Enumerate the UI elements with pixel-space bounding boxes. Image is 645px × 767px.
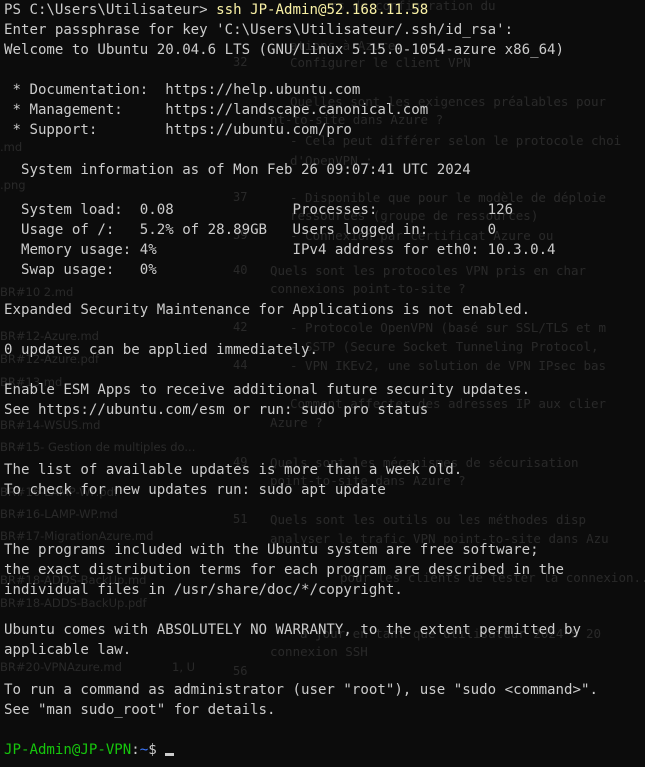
- terminal-line: the exact distribution terms for each pr…: [4, 562, 565, 578]
- terminal-line: * Documentation: https://help.ubuntu.com: [4, 82, 361, 98]
- terminal-line: See https://ubuntu.com/esm or run: sudo …: [4, 402, 429, 418]
- terminal-line: * Management: https://landscape.canonica…: [4, 102, 429, 118]
- terminal-line: Memory usage: 4% IPv4 address for eth0: …: [4, 242, 556, 258]
- text-cursor: [165, 753, 175, 756]
- terminal-line: To run a command as administrator (user …: [4, 682, 598, 698]
- powershell-prompt-line: PS C:\Users\Utilisateur> ssh JP-Admin@52…: [4, 0, 644, 20]
- terminal-line: Enable ESM Apps to receive additional fu…: [4, 382, 531, 398]
- terminal-line: Expanded Security Maintenance for Applic…: [4, 302, 531, 318]
- terminal-line: The list of available updates is more th…: [4, 462, 463, 478]
- terminal-line: * Support: https://ubuntu.com/pro: [4, 122, 352, 138]
- shell-prompt-separator: :: [131, 742, 140, 758]
- ssh-command: ssh JP-Admin@52.168.11.58: [216, 2, 429, 18]
- terminal-output[interactable]: PS C:\Users\Utilisateur> ssh JP-Admin@52…: [4, 0, 644, 760]
- shell-prompt-line[interactable]: JP-Admin@JP-VPN:~$: [4, 740, 644, 760]
- terminal-line: See "man sudo_root" for details.: [4, 702, 276, 718]
- terminal-line: Ubuntu comes with ABSOLUTELY NO WARRANTY…: [4, 622, 581, 638]
- terminal-line: applicable law.: [4, 642, 132, 658]
- shell-prompt-user-host: JP-Admin@JP-VPN: [4, 742, 132, 758]
- shell-prompt-symbol: $: [148, 742, 166, 758]
- terminal-line: Welcome to Ubuntu 20.04.6 LTS (GNU/Linux…: [4, 42, 565, 58]
- terminal-line: Swap usage: 0%: [4, 262, 157, 278]
- shell-prompt-path: ~: [139, 742, 149, 758]
- terminal-line: The programs included with the Ubuntu sy…: [4, 542, 539, 558]
- terminal-line: 0 updates can be applied immediately.: [4, 342, 318, 358]
- terminal-lines: Enter passphrase for key 'C:\Users\Utili…: [4, 20, 644, 740]
- terminal-line: System information as of Mon Feb 26 09:0…: [4, 162, 471, 178]
- terminal-line: To check for new updates run: sudo apt u…: [4, 482, 386, 498]
- terminal-line: System load: 0.08 Processes: 126: [4, 202, 514, 218]
- terminal-line: Enter passphrase for key 'C:\Users\Utili…: [4, 22, 514, 38]
- terminal-line: Usage of /: 5.2% of 28.89GB Users logged…: [4, 222, 497, 238]
- terminal-line: individual files in /usr/share/doc/*/cop…: [4, 582, 403, 598]
- powershell-prompt: PS C:\Users\Utilisateur>: [4, 2, 217, 18]
